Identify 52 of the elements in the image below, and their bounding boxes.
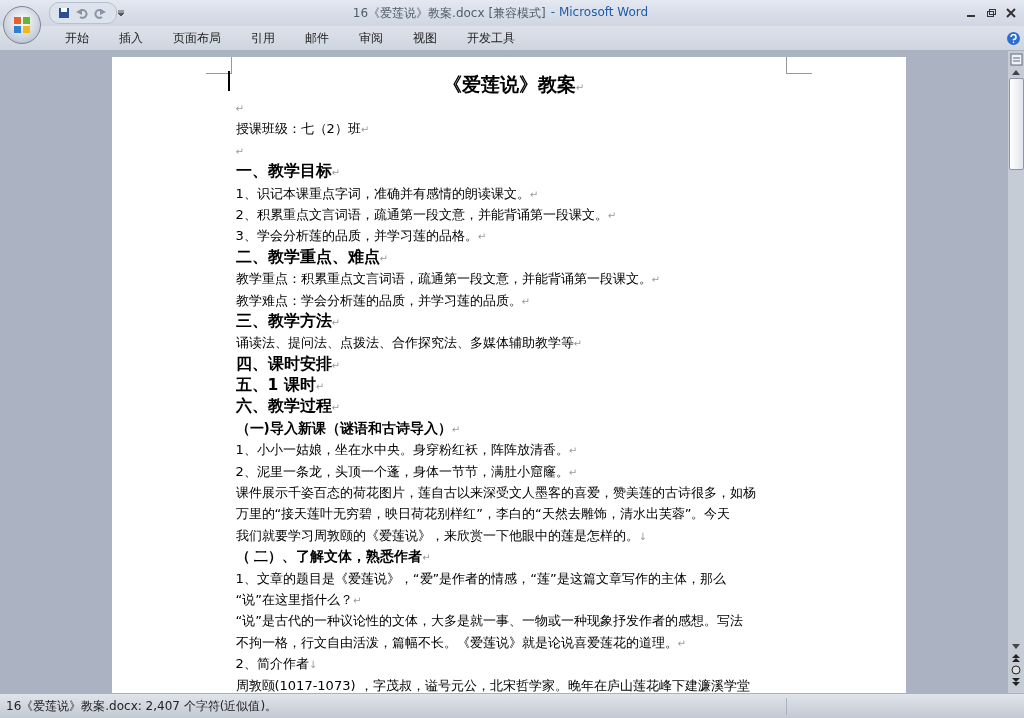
save-icon[interactable] — [58, 7, 70, 19]
heading: 六、教学过程↵ — [235, 396, 341, 418]
paragraph: 1、识记本课重点字词，准确并有感情的朗读课文。↵ — [235, 184, 540, 203]
ribbon-tab[interactable]: 开始 — [50, 29, 104, 47]
heading: 二、教学重点、难点↵ — [235, 246, 389, 268]
ribbon-tab[interactable]: 视图 — [398, 29, 452, 47]
app-name: - Microsoft Word — [550, 4, 649, 21]
paragraph: 课件展示千姿百态的荷花图片，莲自古以来深受文人墨客的喜爱，赞美莲的古诗很多，如杨 万里的“接天莲叶无穷碧，映日荷花别样红”，李白的“天然去雕饰，清水出芙蓉”。今天 我们就要学习周敦颐的《爱莲说》，来欣赏一下他眼中的莲是怎样的。↓ — [235, 484, 757, 545]
heading: 三、教学方法↵ — [235, 310, 341, 332]
scroll-down-icon[interactable] — [1011, 643, 1021, 651]
paragraph: 1、文章的题目是《爱莲说》，“爱”是作者的情感，“莲”是这篇文章写作的主体，那么 “说”在这里指什么？↵ — [235, 569, 727, 609]
ribbon-tab[interactable]: 审阅 — [344, 29, 398, 47]
heading: 五、1 课时↵ — [235, 375, 326, 397]
paragraph-mark: ↵ — [235, 103, 244, 114]
split-view-icon[interactable] — [1009, 53, 1023, 66]
window-title: 16《爱莲说》教案.docx [兼容模式] — [352, 4, 546, 22]
ribbon-tab[interactable]: 邮件 — [290, 29, 344, 47]
paragraph: 2、泥里一条龙，头顶一个蓬，身体一节节，满肚小窟窿。↵ — [235, 462, 579, 481]
paragraph: 3、学会分析莲的品质，并学习莲的品格。↵ — [235, 227, 488, 246]
browse-object-icon[interactable] — [1011, 665, 1021, 675]
scroll-up-icon[interactable] — [1011, 68, 1021, 76]
next-page-icon[interactable] — [1011, 677, 1021, 687]
paragraph: “说”是古代的一种议论性的文体，大多是就一事、一物或一种现象抒发作者的感想。写法 不拘一格，行文自由活泼，篇幅不长。《爱莲说》就是论说喜爱莲花的道理。↵ — [235, 612, 744, 652]
ribbon-tab[interactable]: 引用 — [236, 29, 290, 47]
paragraph: 授课班级：七（2）班↵ — [235, 120, 371, 139]
status-text: 16《爱莲说》教案.docx: 2,407 个字符(近似值)。 — [0, 697, 787, 715]
heading: （ 二）、了解文体，熟悉作者↵ — [235, 547, 432, 567]
ribbon-tab[interactable]: 页面布局 — [158, 29, 236, 47]
office-logo-icon — [13, 16, 31, 34]
help-icon[interactable] — [1007, 31, 1020, 45]
restore-icon[interactable] — [986, 8, 996, 18]
paragraph: 2、简介作者↓ — [235, 655, 319, 674]
paragraph: 诵读法、提问法、点拨法、合作探究法、多媒体辅助教学等↵ — [235, 334, 583, 353]
paragraph-mark: ↵ — [235, 145, 244, 157]
heading: 四、课时安排↵ — [235, 353, 341, 375]
office-logo-button[interactable] — [3, 6, 41, 44]
paragraph: 周敦颐(1017-1073) ，字茂叔，谥号元公，北宋哲学家。晚年在庐山莲花峰下建濂溪学堂 — [235, 676, 751, 693]
margin-corner-mark — [785, 57, 812, 74]
ribbon-tab[interactable]: 插入 — [104, 29, 158, 47]
heading: （一)导入新课（谜语和古诗导入）↵ — [235, 418, 462, 438]
paragraph: 1、小小一姑娘，坐在水中央。身穿粉红袄，阵阵放清香。↵ — [235, 441, 579, 460]
paragraph: 2、积累重点文言词语，疏通第一段文意，并能背诵第一段课文。↵ — [235, 205, 618, 224]
previous-page-icon[interactable] — [1011, 653, 1021, 663]
paragraph: 教学重点：积累重点文言词语，疏通第一段文意，并能背诵第一段课文。↵ — [235, 270, 661, 289]
heading: 一、教学目标↵ — [235, 161, 341, 183]
dropdown-icon[interactable] — [117, 9, 125, 17]
paragraph: 教学难点：学会分析莲的品质，并学习莲的品质。↵ — [235, 291, 531, 310]
ribbon-tab[interactable]: 开发工具 — [452, 29, 530, 47]
document-title: 《爱莲说》教案↵ — [441, 72, 586, 97]
text-cursor — [227, 71, 230, 91]
scrollbar-thumb[interactable] — [1008, 78, 1024, 170]
close-icon[interactable] — [1006, 8, 1016, 18]
